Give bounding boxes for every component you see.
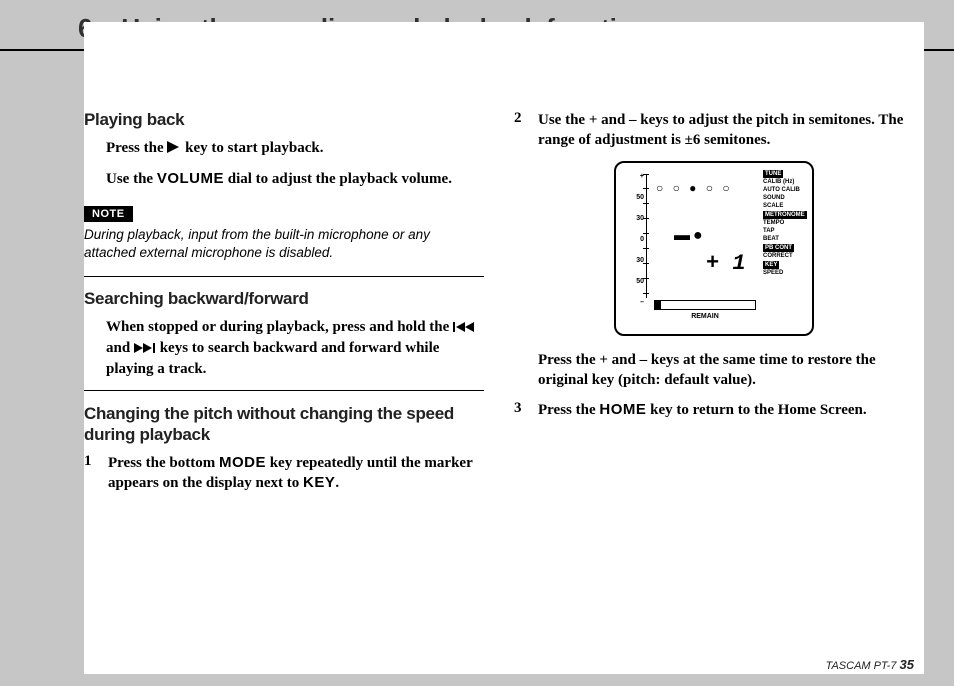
step-number: 3 (514, 400, 528, 420)
step-3: 3 Press the HOME key to return to the Ho… (514, 400, 914, 420)
note-tag: NOTE (84, 206, 133, 222)
rewind-icon (453, 318, 475, 338)
display-remain-label: REMAIN (691, 313, 719, 320)
play-icon (167, 139, 181, 159)
fast-forward-icon (134, 339, 156, 359)
display-dots: ○ ○ ● ○ ○ (656, 181, 733, 195)
divider (84, 276, 484, 277)
page-footer: TASCAM PT-7 35 (826, 657, 914, 672)
p-volume: Use the VOLUME dial to adjust the playba… (106, 169, 484, 189)
p-restore: Press the + and – keys at the same time … (538, 350, 914, 391)
step-number: 2 (514, 110, 528, 151)
left-column: Playing back Press the key to start play… (84, 110, 484, 504)
page-frame: 6 – Using the recording and playback fun… (0, 0, 954, 686)
display-right-labels: TUNE CALIB (Hz) AUTO CALIB SOUND SCALE M… (763, 169, 808, 277)
step-1: 1 Press the bottom MODE key repeatedly u… (84, 453, 484, 494)
display-key-selected: KEY (763, 261, 779, 269)
page-number: 35 (900, 657, 914, 672)
divider (84, 390, 484, 391)
p-press-play: Press the key to start playback. (106, 138, 484, 159)
step-number: 1 (84, 453, 98, 494)
heading-playing-back: Playing back (84, 110, 484, 130)
step-2: 2 Use the + and – keys to adjust the pit… (514, 110, 914, 151)
page-content: Playing back Press the key to start play… (84, 22, 924, 674)
display-scale: + 50 30 0 30 50 – (622, 173, 644, 320)
lcd-display-figure: + 50 30 0 30 50 – ○ ○ ● ○ ○ ▬● (614, 161, 814, 336)
display-pitch-value: + 1 (706, 251, 746, 276)
note-body: During playback, input from the built-in… (84, 226, 484, 262)
display-progress (654, 300, 756, 310)
display-mid: ▬● (674, 227, 706, 245)
heading-pitch: Changing the pitch without changing the … (84, 403, 484, 446)
heading-searching: Searching backward/forward (84, 289, 484, 309)
right-column: 2 Use the + and – keys to adjust the pit… (514, 110, 914, 504)
p-search: When stopped or during playback, press a… (106, 317, 484, 380)
